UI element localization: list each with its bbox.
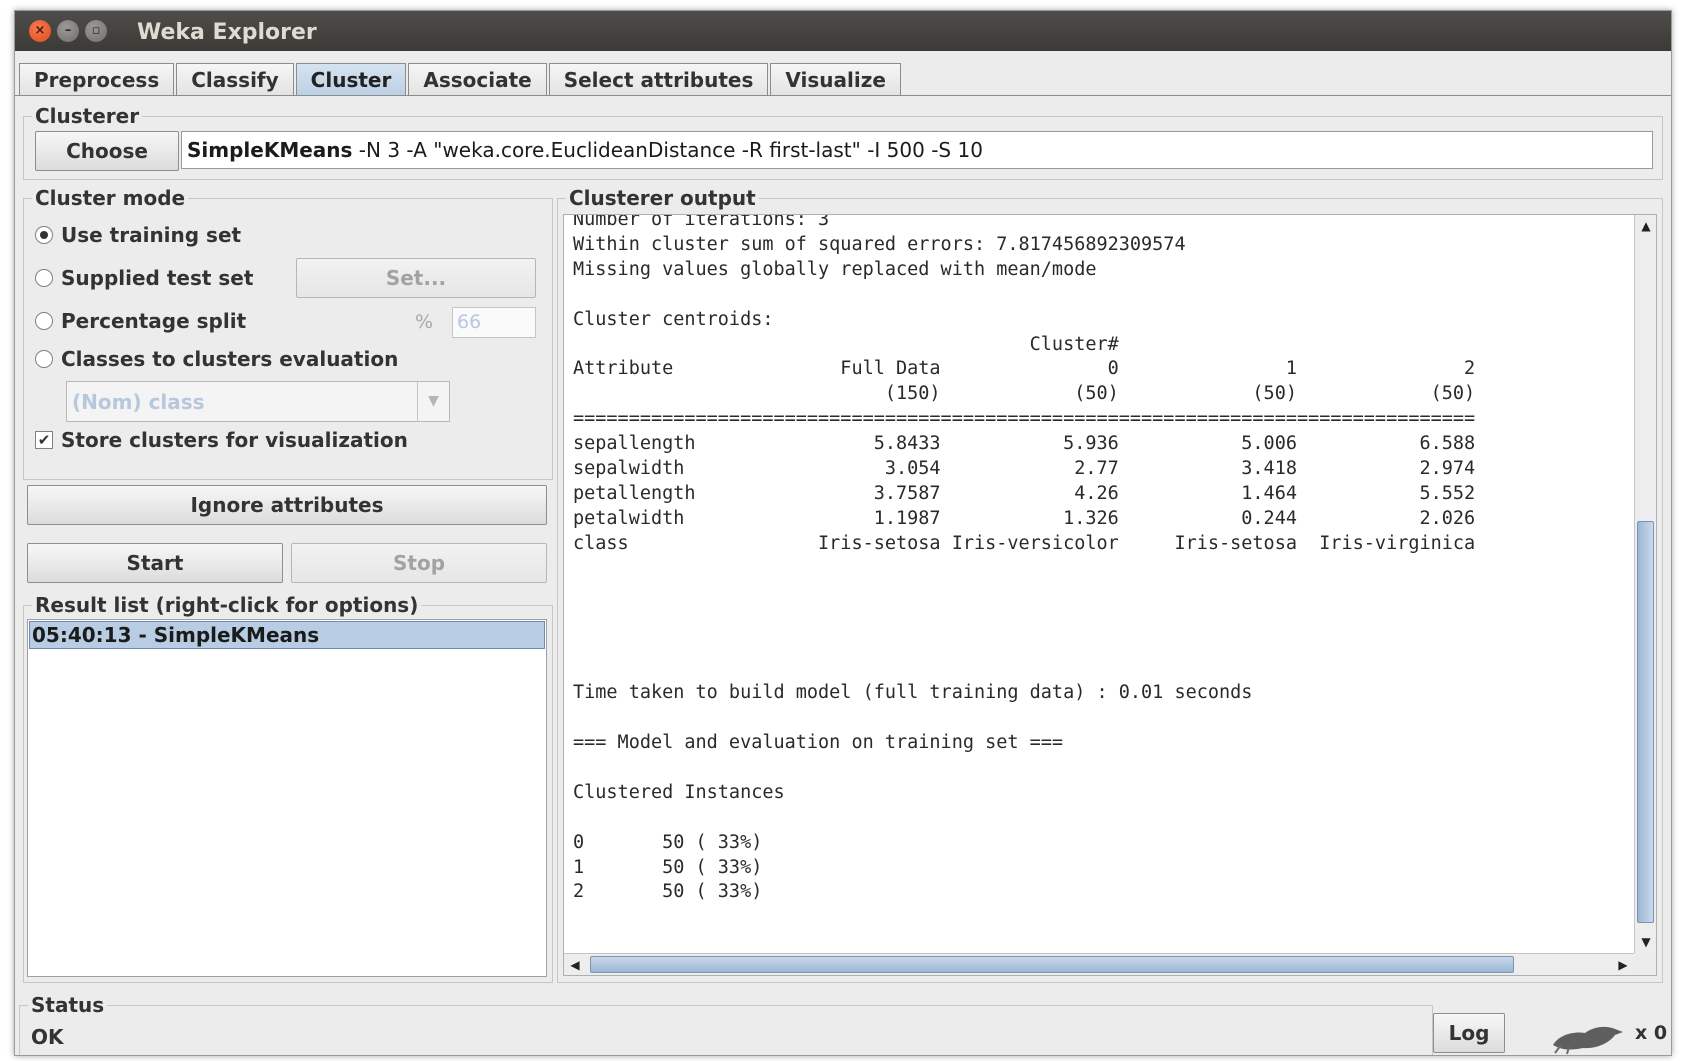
horizontal-scroll-thumb[interactable] <box>590 956 1514 973</box>
supplied-test-set-option[interactable]: Supplied test set <box>35 266 253 290</box>
class-select[interactable]: (Nom) class ▼ <box>66 381 450 422</box>
tab-classify[interactable]: Classify <box>176 63 294 95</box>
clusterer-options: -N 3 -A "weka.core.EuclideanDistance -R … <box>352 138 983 162</box>
clusterer-output-text: Number of iterations: 3 Within cluster s… <box>573 214 1476 903</box>
classes-to-clusters-option[interactable]: Classes to clusters evaluation <box>35 347 398 371</box>
checkbox-checked-icon[interactable]: ✔ <box>35 431 53 449</box>
title-bar: × – ▫ Weka Explorer <box>15 11 1671 51</box>
radio-icon[interactable] <box>35 269 53 287</box>
clusterer-output-area[interactable]: Number of iterations: 3 Within cluster s… <box>563 214 1657 976</box>
stop-button[interactable]: Stop <box>291 543 547 583</box>
tab-associate[interactable]: Associate <box>408 63 547 95</box>
set-button[interactable]: Set... <box>296 258 536 298</box>
store-clusters-option[interactable]: ✔ Store clusters for visualization <box>35 428 408 452</box>
percentage-split-option[interactable]: Percentage split <box>35 309 246 333</box>
start-button[interactable]: Start <box>27 543 283 583</box>
weka-bird-icon[interactable] <box>1549 1023 1625 1055</box>
percentage-split-label: Percentage split <box>61 309 247 333</box>
window-title: Weka Explorer <box>137 20 317 45</box>
log-button[interactable]: Log <box>1433 1013 1505 1053</box>
status-legend: Status <box>31 993 105 1017</box>
radio-icon[interactable] <box>35 350 53 368</box>
clusterer-output-legend: Clusterer output <box>569 186 756 210</box>
task-count: x 0 <box>1635 1022 1668 1044</box>
percent-input[interactable]: 66 <box>452 307 536 338</box>
arrow-up-icon[interactable]: ▲ <box>1635 215 1656 237</box>
weka-explorer-window: × – ▫ Weka Explorer Preprocess Classify … <box>14 10 1672 1056</box>
clusterer-config-field[interactable]: SimpleKMeans -N 3 -A "weka.core.Euclidea… <box>181 131 1653 169</box>
ignore-attributes-button[interactable]: Ignore attributes <box>27 485 547 525</box>
vertical-scroll-thumb[interactable] <box>1637 521 1654 923</box>
radio-selected-icon[interactable] <box>35 226 53 244</box>
maximize-icon[interactable]: ▫ <box>85 20 107 42</box>
radio-icon[interactable] <box>35 312 53 330</box>
chevron-down-icon[interactable]: ▼ <box>417 382 449 421</box>
use-training-set-option[interactable]: Use training set <box>35 223 241 247</box>
result-list-item[interactable]: 05:40:13 - SimpleKMeans <box>29 621 545 649</box>
status-panel: Status <box>19 993 1433 1055</box>
horizontal-scrollbar[interactable]: ◀ ▶ <box>564 953 1634 975</box>
result-list[interactable]: 05:40:13 - SimpleKMeans <box>27 619 547 977</box>
minimize-icon[interactable]: – <box>57 20 79 42</box>
supplied-test-set-label: Supplied test set <box>61 266 254 290</box>
clusterer-algorithm: SimpleKMeans <box>187 138 353 162</box>
tab-visualize[interactable]: Visualize <box>770 63 901 95</box>
status-text: OK <box>31 1025 64 1049</box>
tab-cluster[interactable]: Cluster <box>295 63 407 95</box>
arrow-left-icon[interactable]: ◀ <box>564 954 586 975</box>
choose-button[interactable]: Choose <box>35 131 179 171</box>
arrow-down-icon[interactable]: ▼ <box>1635 931 1656 953</box>
result-list-legend: Result list (right-click for options) <box>35 593 419 617</box>
arrow-right-icon[interactable]: ▶ <box>1612 954 1634 975</box>
tab-preprocess[interactable]: Preprocess <box>19 63 175 95</box>
store-clusters-label: Store clusters for visualization <box>61 428 408 452</box>
scroll-corner <box>1634 953 1656 975</box>
vertical-scrollbar[interactable]: ▲ ▼ <box>1634 215 1656 953</box>
classes-to-clusters-label: Classes to clusters evaluation <box>61 347 399 371</box>
tab-bar: Preprocess Classify Cluster Associate Se… <box>19 63 903 95</box>
tab-divider <box>15 95 1671 96</box>
close-icon[interactable]: × <box>29 20 51 42</box>
clusterer-legend: Clusterer <box>35 104 140 128</box>
tab-select-attributes[interactable]: Select attributes <box>548 63 769 95</box>
percent-symbol: % <box>415 311 434 333</box>
use-training-set-label: Use training set <box>61 223 242 247</box>
cluster-mode-legend: Cluster mode <box>35 186 186 210</box>
class-select-value: (Nom) class <box>72 390 205 414</box>
